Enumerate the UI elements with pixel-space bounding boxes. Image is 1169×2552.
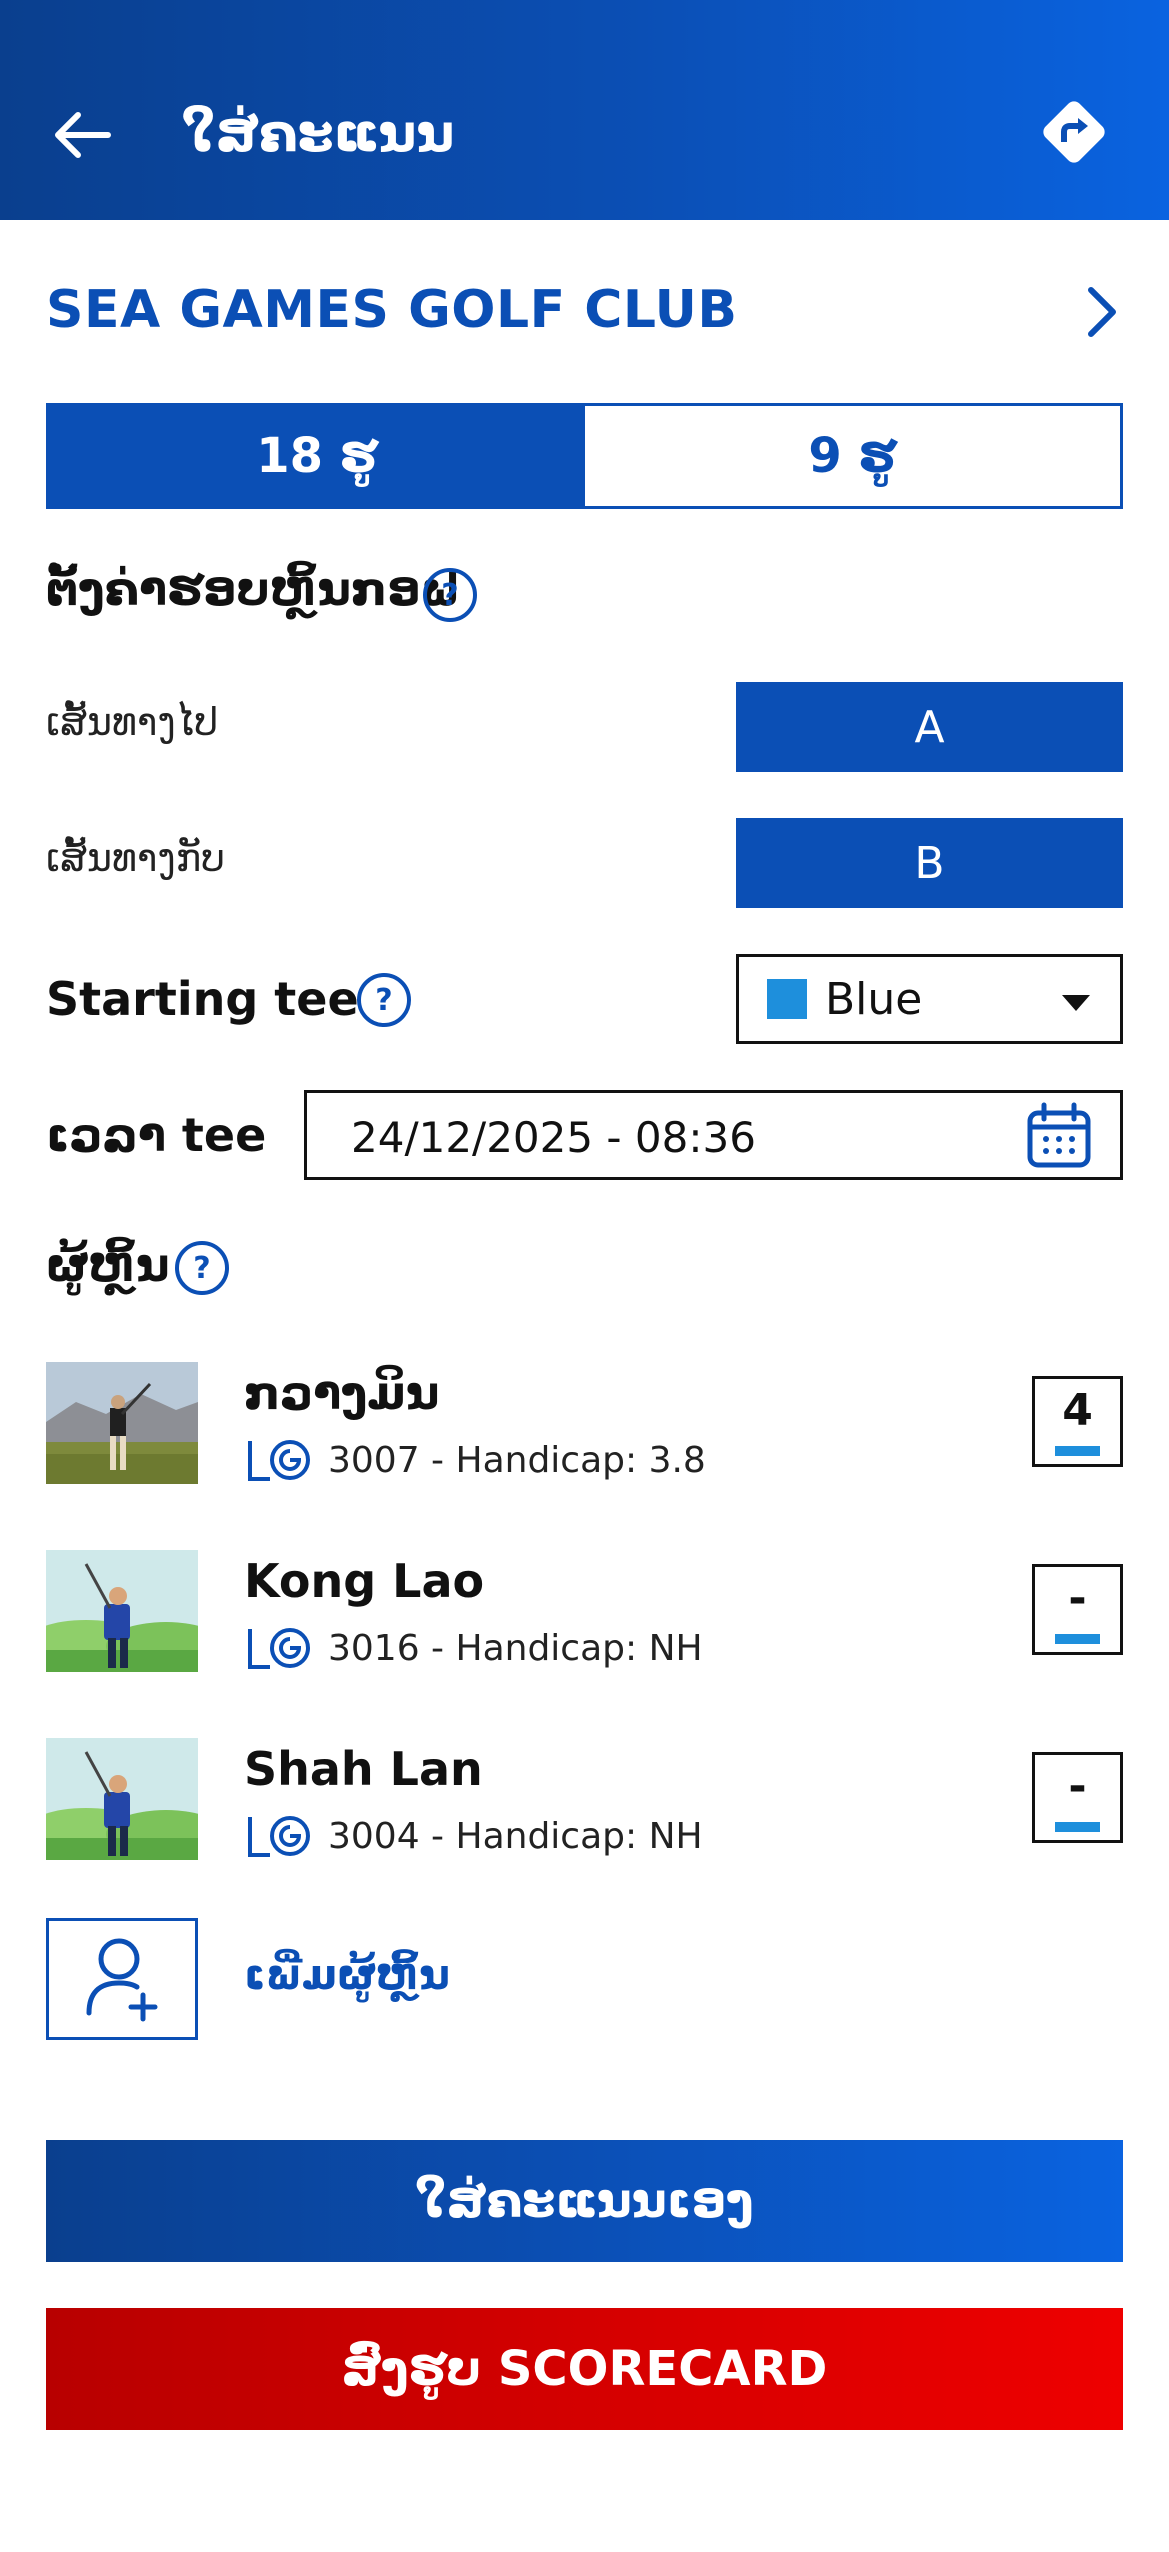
manual-score-button[interactable]: ໃສ່ຄະແນນເອງ — [46, 2140, 1123, 2262]
directions-icon — [1043, 101, 1105, 163]
help-icon[interactable]: ? — [174, 1240, 230, 1296]
player-avatar — [46, 1362, 198, 1484]
tee-color-indicator — [1055, 1446, 1100, 1456]
player-avatar — [46, 1550, 198, 1672]
tee-time-value: 24/12/2025 - 08:36 — [351, 1113, 756, 1162]
player-info: 3016 - Handicap: NH — [328, 1627, 703, 1669]
player-meta: 3007 - Handicap: 3.8 — [244, 1436, 706, 1484]
send-scorecard-button[interactable]: ສົ່ງຮູບ SCORECARD — [46, 2308, 1123, 2430]
svg-text:?: ? — [441, 578, 458, 613]
page-title: ໃສ່ຄະແນນ — [182, 104, 455, 164]
player-row[interactable]: ກວາງມິນ 3007 - Handicap: 3.8 4 — [46, 1362, 1123, 1486]
round-settings-title: ຕັ້ງຄ່າຮອບຫຼິ້ນກອຟ — [46, 562, 461, 616]
directions-button[interactable] — [1034, 92, 1114, 172]
tee-color-indicator — [1055, 1822, 1100, 1832]
player-name: ກວາງມິນ — [244, 1366, 440, 1420]
route-back-label: ເສັ້ນທາງກັບ — [46, 836, 225, 880]
player-name: Shah Lan — [244, 1742, 483, 1796]
player-score-box[interactable]: 4 — [1032, 1376, 1123, 1467]
add-player-label[interactable]: ເພີ່ມຜູ້ຫຼິ້ນ — [244, 1950, 450, 1999]
player-name: Kong Lao — [244, 1554, 485, 1608]
lg-logo-icon — [248, 1628, 310, 1669]
lg-logo-icon — [248, 1816, 310, 1857]
svg-text:?: ? — [375, 983, 392, 1018]
route-back-button[interactable]: B — [736, 818, 1123, 908]
club-selector[interactable]: SEA GAMES GOLF CLUB — [46, 270, 1123, 350]
caret-down-icon — [1062, 995, 1090, 1011]
tee-color-indicator — [1055, 1634, 1100, 1644]
starting-tee-select[interactable]: Blue — [736, 954, 1123, 1044]
calendar-icon[interactable] — [1024, 1101, 1094, 1171]
player-avatar — [46, 1738, 198, 1860]
player-score: - — [1068, 1761, 1087, 1812]
help-icon[interactable]: ? — [422, 567, 478, 623]
lg-logo-icon — [248, 1440, 310, 1481]
holes-18-option[interactable]: 18 ຮູ — [49, 406, 585, 506]
players-title: ຜູ້ຫຼິ້ນ — [46, 1238, 170, 1292]
tee-time-label: ເວລາ tee — [46, 1108, 267, 1162]
player-score: - — [1068, 1573, 1087, 1624]
club-name: SEA GAMES GOLF CLUB — [46, 280, 738, 340]
arrow-left-icon — [55, 112, 111, 158]
player-row[interactable]: Shah Lan 3004 - Handicap: NH - — [46, 1738, 1123, 1862]
holes-9-option[interactable]: 9 ຮູ — [584, 406, 1120, 506]
tee-time-field[interactable]: 24/12/2025 - 08:36 — [304, 1090, 1123, 1180]
svg-text:?: ? — [193, 1251, 210, 1286]
add-user-icon — [86, 1938, 158, 2022]
player-score-box[interactable]: - — [1032, 1752, 1123, 1843]
starting-tee-value: Blue — [825, 973, 923, 1025]
player-info: 3007 - Handicap: 3.8 — [328, 1439, 706, 1481]
back-button[interactable] — [46, 95, 126, 175]
player-info: 3004 - Handicap: NH — [328, 1815, 703, 1857]
route-out-label: ເສັ້ນທາງໄປ — [46, 700, 219, 744]
holes-toggle: 18 ຮູ 9 ຮູ — [46, 403, 1123, 509]
chevron-right-icon — [1088, 287, 1116, 337]
player-score-box[interactable]: - — [1032, 1564, 1123, 1655]
help-icon[interactable]: ? — [356, 972, 412, 1028]
starting-tee-label: Starting tee — [46, 972, 359, 1026]
player-meta: 3016 - Handicap: NH — [244, 1624, 703, 1672]
add-player-button[interactable] — [46, 1918, 198, 2040]
player-row[interactable]: Kong Lao 3016 - Handicap: NH - — [46, 1550, 1123, 1674]
route-out-button[interactable]: A — [736, 682, 1123, 772]
player-score: 4 — [1062, 1385, 1093, 1436]
tee-color-swatch — [767, 979, 807, 1019]
app-header: ໃສ່ຄະແນນ — [0, 0, 1169, 220]
player-meta: 3004 - Handicap: NH — [244, 1812, 703, 1860]
